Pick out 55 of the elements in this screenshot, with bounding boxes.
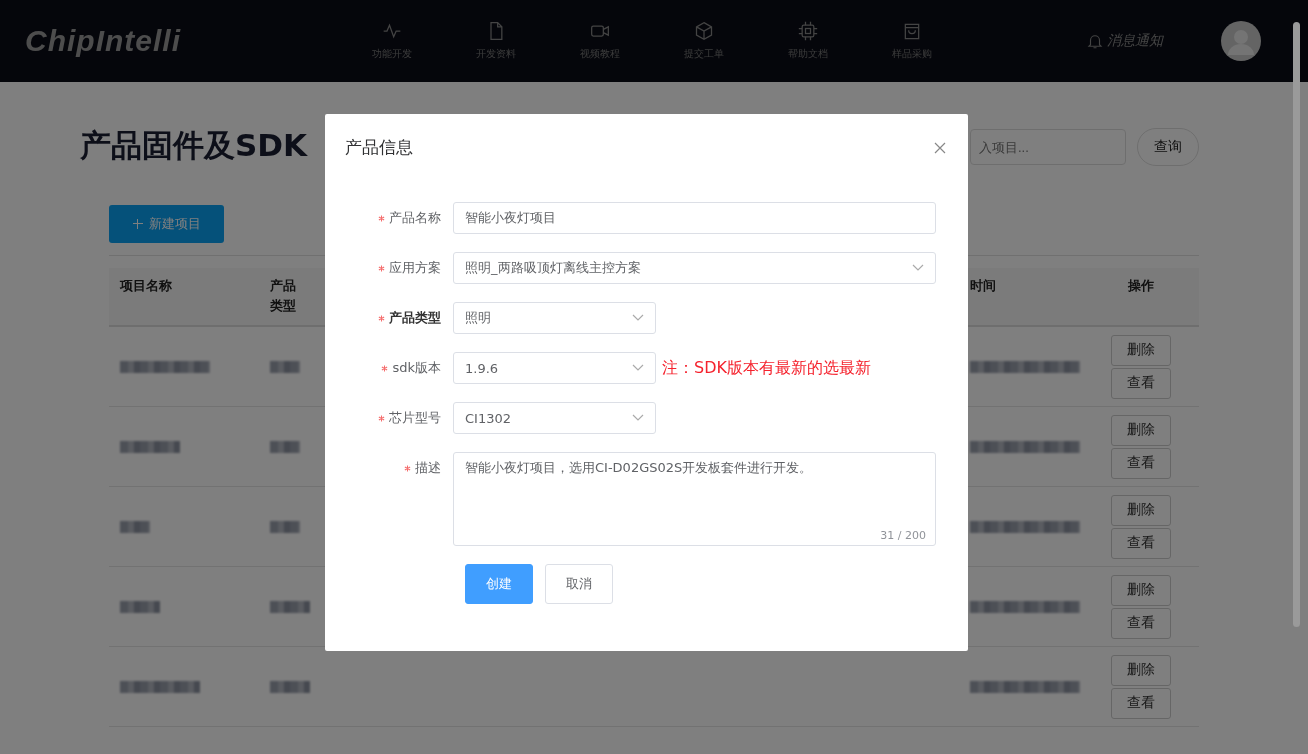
redacted-text [270,360,300,373]
dialog-title: 产品信息 [345,136,413,159]
character-counter: 31 / 200 [880,529,926,542]
avatar-icon[interactable] [1221,21,1261,61]
redacted-text [120,600,160,613]
redacted-text [120,440,180,453]
chevron-down-icon [632,364,644,372]
create-button[interactable]: 创建 [465,564,533,604]
chip-icon [798,21,818,41]
action-button[interactable]: 查看 [1111,367,1171,399]
column-header: 项目名称 [118,277,173,295]
redacted-text [270,440,300,453]
logo[interactable]: ChipIntelli [25,24,340,58]
select-field[interactable]: CI1302 [453,402,656,434]
cube-icon [694,21,714,41]
redacted-text [270,680,310,693]
page-title: 产品固件及SDK [80,126,308,165]
redacted-text [270,600,310,613]
redacted-text [120,520,150,533]
field-label: 描述 [415,459,441,477]
field-label: sdk版本 [392,359,441,377]
cancel-button[interactable]: 取消 [545,564,613,604]
action-button[interactable]: 查看 [1111,447,1171,479]
hint-text: 注：SDK版本有最新的选最新 [662,357,871,379]
column-header: 时间 [969,277,997,295]
field-label: 应用方案 [389,259,441,277]
action-button[interactable]: 删除 [1111,334,1171,366]
select-field[interactable]: 1.9.6 [453,352,656,384]
search-field[interactable]: 入项目... [970,129,1126,165]
action-button[interactable]: 删除 [1111,494,1171,526]
action-button[interactable]: 删除 [1111,574,1171,606]
bell-icon [1086,32,1104,50]
close-icon[interactable] [934,141,946,154]
chevron-down-icon [912,264,924,272]
select-field[interactable]: 照明 [453,302,656,334]
chevron-down-icon [632,314,644,322]
action-button[interactable]: 删除 [1111,654,1171,686]
action-button[interactable]: 查看 [1111,527,1171,559]
column-header: 产品类型 [269,277,297,315]
search-button[interactable]: 查询 [1137,128,1199,166]
action-button[interactable]: 查看 [1111,607,1171,639]
field-label: 产品类型 [389,309,441,327]
chevron-down-icon [632,414,644,422]
column-header: 操作 [1127,277,1155,295]
textarea-field[interactable]: 智能小夜灯项目，选用CI-D02GS02S开发板套件进行开发。 31 / 200 [453,452,936,546]
action-button[interactable]: 删除 [1111,414,1171,446]
shopping-bag-icon [902,21,922,41]
scrollbar[interactable] [1293,22,1300,627]
input-field[interactable]: 智能小夜灯项目 [453,202,936,234]
field-label: 产品名称 [389,209,441,227]
select-field[interactable]: 照明_两路吸顶灯离线主控方案 [453,252,936,284]
field-label: 芯片型号 [389,409,441,427]
pulse-icon [382,21,402,41]
action-button[interactable]: 查看 [1111,687,1171,719]
redacted-text [270,520,300,533]
